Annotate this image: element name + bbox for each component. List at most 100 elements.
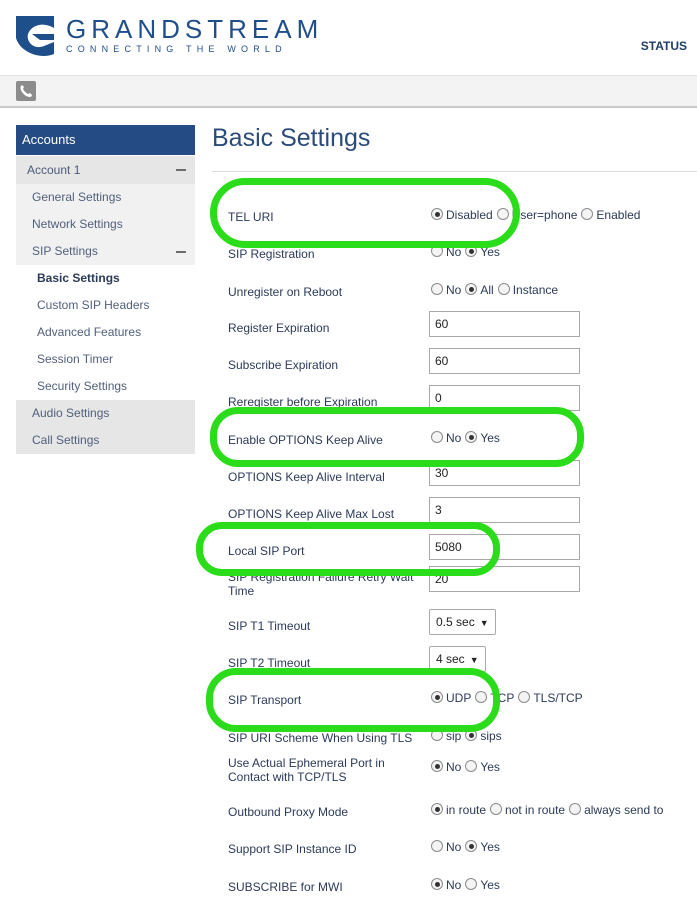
radio-label: Yes [480, 840, 500, 854]
radio-button[interactable] [496, 208, 509, 220]
select-dropdown[interactable]: 0.5 sec ▼ [429, 609, 496, 635]
radio-button[interactable] [431, 245, 443, 257]
radio-button[interactable] [465, 840, 478, 852]
radio-group: in route not in route always send to [431, 803, 667, 817]
radio-label: not in route [505, 803, 566, 817]
radio-button[interactable] [465, 760, 478, 772]
sidebar-item-label: General Settings [32, 190, 122, 204]
brand-name: GRANDSTREAM [66, 14, 324, 44]
brand-tagline: CONNECTING THE WORLD [66, 44, 287, 54]
text-input[interactable]: 3 [429, 497, 580, 523]
radio-label: Enabled [596, 208, 641, 222]
sidebar-item-sip[interactable]: SIP Settings [16, 238, 195, 265]
text-input[interactable]: 20 [429, 566, 580, 592]
sidebar-sub-session-timer[interactable]: Session Timer [16, 346, 195, 373]
select-value: 4 sec [436, 652, 465, 666]
top-header: GRANDSTREAM CONNECTING THE WORLD STATUS [0, 0, 697, 75]
radio-label: sips [480, 729, 502, 743]
setting-label: OPTIONS Keep Alive Max Lost [228, 507, 395, 521]
collapse-icon[interactable] [176, 251, 186, 253]
radio-button[interactable] [431, 729, 443, 741]
radio-label: sip [446, 729, 462, 743]
radio-group: sip sips [431, 729, 506, 743]
setting-row: TEL URI Disabled User=phone Enabled [228, 208, 697, 246]
text-input[interactable]: 5080 [429, 534, 580, 560]
dropdown-arrow-icon: ▼ [469, 655, 479, 665]
radio-button[interactable] [497, 283, 510, 295]
radio-button[interactable] [431, 431, 443, 443]
radio-label: Yes [480, 760, 500, 774]
setting-label: SIP Registration [228, 247, 315, 261]
setting-label: Outbound Proxy Mode [228, 805, 349, 819]
radio-label: No [446, 283, 462, 297]
radio-button[interactable] [431, 760, 443, 772]
radio-button[interactable] [490, 803, 503, 815]
sidebar-item-call[interactable]: Call Settings [16, 427, 195, 454]
radio-button[interactable] [431, 208, 443, 220]
radio-label: No [446, 245, 462, 259]
radio-button[interactable] [431, 840, 443, 852]
setting-row: SUBSCRIBE for MWI No Yes [228, 878, 697, 916]
sidebar-account[interactable]: Account 1 [16, 155, 195, 184]
setting-label: TEL URI [228, 210, 274, 224]
radio-button[interactable] [431, 283, 443, 295]
setting-row: Use Actual Ephemeral Port in Contact wit… [228, 756, 697, 798]
radio-button[interactable] [518, 691, 531, 703]
radio-label: Yes [480, 245, 500, 259]
sidebar-sub-basic[interactable]: Basic Settings [16, 265, 195, 292]
radio-label: Yes [480, 431, 500, 445]
setting-label: Enable OPTIONS Keep Alive [228, 433, 383, 447]
sidebar-item-network[interactable]: Network Settings [16, 211, 195, 238]
radio-button[interactable] [581, 208, 594, 220]
radio-button[interactable] [475, 691, 488, 703]
select-dropdown[interactable]: 4 sec ▼ [429, 646, 486, 672]
setting-label: SIP Transport [228, 693, 302, 707]
grandstream-logo-icon [16, 16, 54, 57]
radio-button[interactable] [465, 431, 478, 443]
dropdown-arrow-icon: ▼ [479, 618, 489, 628]
status-link[interactable]: STATUS [641, 39, 687, 53]
setting-row: SIP Registration Failure Retry Wait Time… [228, 566, 697, 612]
phone-icon [20, 85, 32, 97]
text-input[interactable]: 0 [429, 385, 580, 411]
radio-button[interactable] [465, 729, 478, 741]
text-input[interactable]: 60 [429, 311, 580, 337]
setting-label: Use Actual Ephemeral Port in Contact wit… [228, 756, 385, 784]
radio-button[interactable] [465, 878, 478, 890]
sidebar-item-audio[interactable]: Audio Settings [16, 400, 195, 427]
sidebar-item-general[interactable]: General Settings [16, 184, 195, 211]
radio-group: No Yes [431, 878, 504, 892]
toolbar [0, 75, 697, 108]
radio-button[interactable] [431, 878, 443, 890]
text-input[interactable]: 60 [429, 348, 580, 374]
setting-row: SIP Transport UDP TCP TLS/TCP [228, 691, 697, 729]
radio-label: Disabled [446, 208, 493, 222]
sidebar-sub-advanced[interactable]: Advanced Features [16, 319, 195, 346]
sidebar-sub-custom-headers[interactable]: Custom SIP Headers [16, 292, 195, 319]
setting-label: Unregister on Reboot [228, 285, 343, 299]
setting-row: SIP Registration No Yes [228, 245, 697, 283]
text-input[interactable]: 30 [429, 460, 580, 486]
radio-label: in route [446, 803, 487, 817]
setting-label: SIP T1 Timeout [228, 619, 311, 633]
title-divider [212, 171, 697, 172]
radio-button[interactable] [569, 803, 582, 815]
radio-button[interactable] [431, 803, 443, 815]
setting-row: Reregister before Expiration 0 [228, 385, 697, 431]
radio-group: No Yes [431, 245, 504, 259]
sidebar: Accounts Account 1 General Settings Netw… [16, 125, 195, 454]
phone-button[interactable] [16, 81, 36, 101]
collapse-icon[interactable] [176, 169, 186, 171]
sidebar-sub-security[interactable]: Security Settings [16, 373, 195, 400]
setting-label: SUBSCRIBE for MWI [228, 880, 343, 894]
sidebar-item-label: SIP Settings [32, 244, 98, 258]
radio-button[interactable] [465, 245, 478, 257]
radio-label: No [446, 840, 462, 854]
radio-button[interactable] [465, 283, 478, 295]
setting-row: Outbound Proxy Mode in route not in route a… [228, 803, 697, 841]
radio-label: No [446, 760, 462, 774]
sidebar-heading[interactable]: Accounts [16, 125, 195, 155]
setting-label: SIP URI Scheme When Using TLS [228, 731, 413, 745]
radio-button[interactable] [431, 691, 443, 703]
setting-label: Reregister before Expiration [228, 395, 378, 409]
